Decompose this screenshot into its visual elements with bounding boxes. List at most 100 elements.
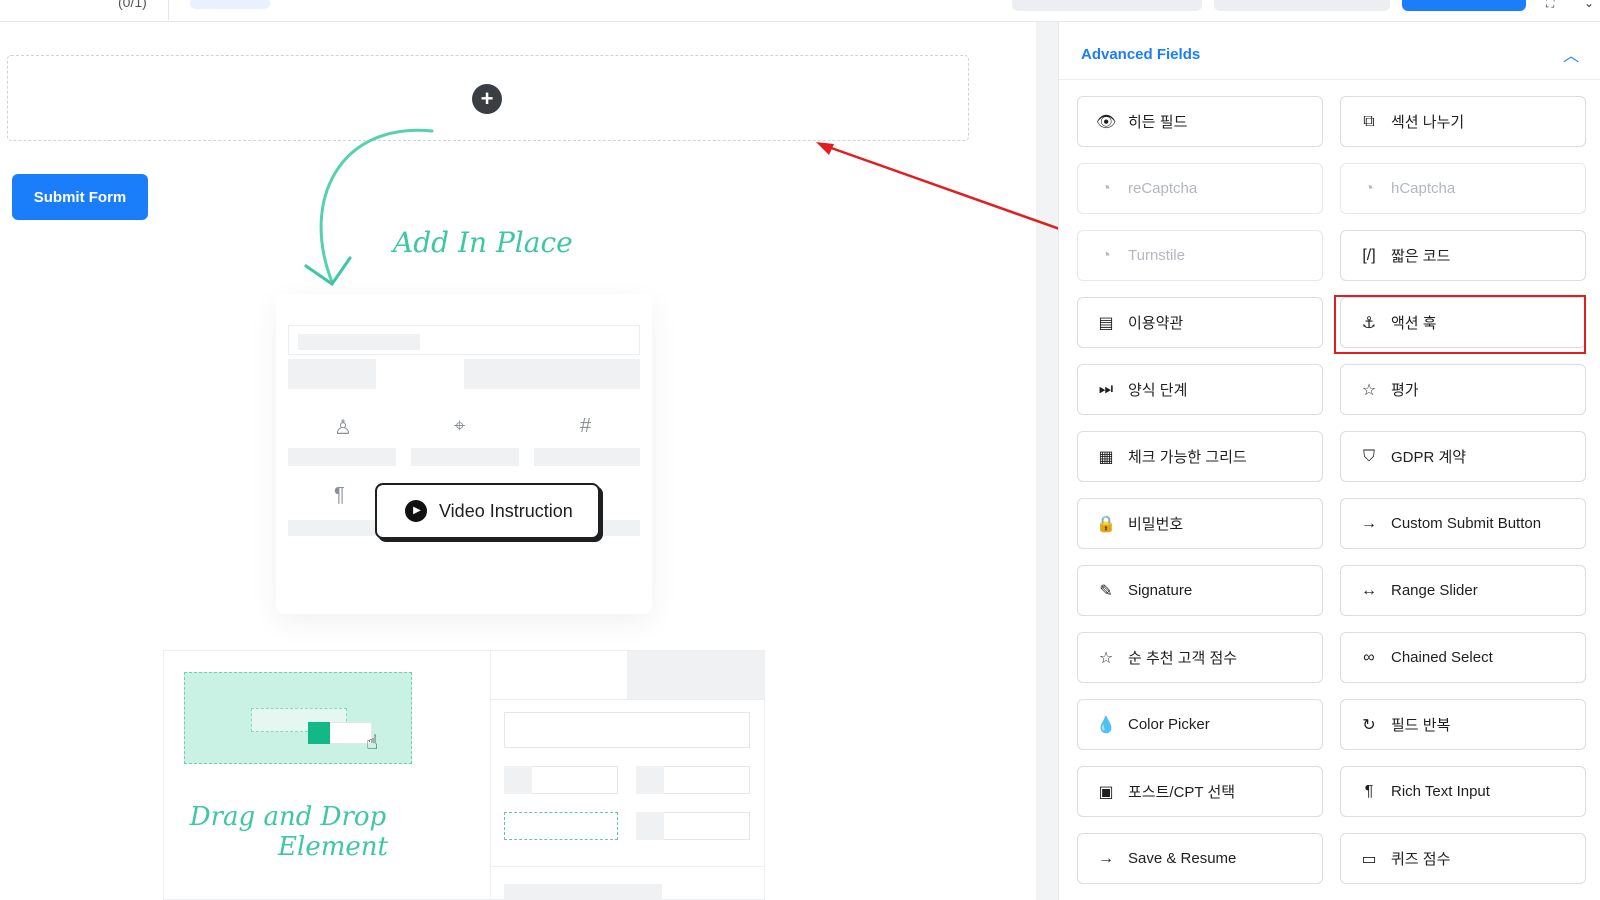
field-button-turnstile[interactable]: ◔ Turnstile	[1077, 230, 1323, 281]
field-button-recaptcha[interactable]: ◔ reCaptcha	[1077, 163, 1323, 214]
field-button-section-break[interactable]: ⧉ 섹션 나누기	[1340, 96, 1586, 147]
field-label: 비밀번호	[1128, 516, 1184, 533]
field-button-hcaptcha[interactable]: ◔ hCaptcha	[1340, 163, 1586, 214]
drag-drop-line1: Drag and Drop	[189, 802, 387, 832]
rich-text-icon: ¶	[1364, 782, 1374, 800]
drop-target	[504, 812, 618, 840]
field-label: 필드 반복	[1391, 717, 1451, 734]
rating-icon: ☆	[1361, 381, 1377, 399]
field-button-gdpr[interactable]: ⛉ GDPR 계약	[1340, 431, 1586, 482]
field-label: 짧은 코드	[1391, 248, 1451, 265]
mock-tab	[627, 651, 765, 699]
field-label: 순 추천 고객 점수	[1128, 650, 1238, 667]
field-label: Custom Submit Button	[1391, 515, 1542, 532]
mock-divider	[491, 866, 765, 867]
mock-bar	[288, 448, 396, 466]
chained-select-icon: ∞	[1363, 648, 1375, 666]
shortcode-icon: [/]	[1362, 246, 1376, 264]
drag-drop-hint: Drag and Drop Element	[188, 802, 388, 862]
field-button-save-resume[interactable]: → Save & Resume	[1077, 833, 1323, 884]
field-button-hidden-field[interactable]: 👁 히든 필드	[1077, 96, 1323, 147]
video-instruction-label: Video Instruction	[439, 500, 573, 521]
field-button-shortcode[interactable]: [/] 짧은 코드	[1340, 230, 1586, 281]
mock-bar	[636, 812, 664, 840]
mock-divider	[491, 699, 765, 700]
field-label: Chained Select	[1391, 649, 1493, 666]
color-picker-icon: 💧	[1096, 716, 1116, 734]
repeat-field-icon: ↻	[1362, 716, 1376, 734]
recaptcha-icon: ◔	[1101, 179, 1111, 197]
mock-bar	[411, 448, 519, 466]
field-button-quiz-score[interactable]: ▭ 퀴즈 점수	[1340, 833, 1586, 884]
field-button-chained-select[interactable]: ∞ Chained Select	[1340, 632, 1586, 683]
user-icon: ♙	[334, 417, 352, 439]
field-button-password[interactable]: 🔒 비밀번호	[1077, 498, 1323, 549]
field-button-color-picker[interactable]: 💧 Color Picker	[1077, 699, 1323, 750]
field-label: 퀴즈 점수	[1391, 851, 1451, 868]
section-break-icon: ⧉	[1363, 112, 1375, 130]
field-button-terms[interactable]: ▤ 이용약관	[1077, 297, 1323, 348]
gdpr-icon: ⛉	[1362, 447, 1375, 465]
mock-input	[504, 712, 750, 748]
field-label: 평가	[1391, 382, 1419, 399]
field-label: Signature	[1128, 582, 1193, 599]
mock-bar	[636, 766, 664, 794]
nps-icon: ☆	[1098, 649, 1114, 667]
field-button-rating[interactable]: ☆ 평가	[1340, 364, 1586, 415]
password-icon: 🔒	[1096, 515, 1116, 533]
field-button-nps[interactable]: ☆ 순 추천 고객 점수	[1077, 632, 1323, 683]
field-label: 양식 단계	[1128, 382, 1188, 399]
field-label: 히든 필드	[1128, 114, 1188, 131]
field-label: hCaptcha	[1391, 180, 1456, 197]
field-label: Rich Text Input	[1391, 783, 1490, 800]
signature-icon: ✎	[1099, 582, 1113, 600]
hand-cursor-icon: ☝	[366, 732, 379, 754]
field-button-form-step[interactable]: ⏭ 양식 단계	[1077, 364, 1323, 415]
hash-icon: #	[580, 415, 592, 437]
mock-bar	[504, 766, 532, 794]
save-resume-icon: →	[1098, 849, 1114, 867]
range-slider-icon: ↔	[1361, 581, 1377, 599]
drag-drop-line2: Element	[278, 832, 388, 862]
form-step-icon: ⏭	[1098, 380, 1114, 398]
turnstile-icon: ◔	[1101, 246, 1111, 264]
field-label: Save & Resume	[1128, 850, 1237, 867]
field-button-signature[interactable]: ✎ Signature	[1077, 565, 1323, 616]
field-label: 체크 가능한 그리드	[1128, 449, 1247, 466]
mock-divider	[490, 651, 491, 899]
mock-bar	[464, 359, 640, 389]
mock-bar	[534, 448, 640, 466]
field-label: 이용약관	[1128, 315, 1184, 332]
drag-element-handle	[308, 722, 330, 744]
play-icon: ▶	[405, 500, 427, 522]
location-icon: ⌖	[454, 415, 466, 437]
field-button-checkable-grid[interactable]: ▦ 체크 가능한 그리드	[1077, 431, 1323, 482]
chevron-up-icon[interactable]: ︿	[1563, 42, 1579, 66]
field-button-range-slider[interactable]: ↔ Range Slider	[1340, 565, 1586, 616]
field-button-post-cpt[interactable]: ▣ 포스트/CPT 선택	[1077, 766, 1323, 817]
panel-title: Advanced Fields	[1081, 46, 1201, 63]
field-label: Range Slider	[1391, 582, 1478, 599]
add-in-place-hint: Add In Place	[393, 226, 573, 259]
field-label: 섹션 나누기	[1391, 114, 1465, 131]
quiz-score-icon: ▭	[1361, 850, 1377, 868]
mock-bar	[288, 359, 376, 389]
mock-bar	[504, 884, 662, 900]
field-button-custom-submit[interactable]: → Custom Submit Button	[1340, 498, 1586, 549]
terms-icon: ▤	[1098, 314, 1114, 332]
paragraph-icon: ¶	[334, 484, 345, 506]
highlight-box	[1334, 295, 1586, 354]
hidden-field-icon: 👁	[1096, 113, 1117, 131]
custom-submit-icon: →	[1361, 514, 1377, 532]
video-instruction-button[interactable]: ▶ Video Instruction	[375, 483, 600, 539]
field-label: 포스트/CPT 선택	[1128, 784, 1236, 801]
hcaptcha-icon: ◔	[1364, 179, 1374, 197]
field-button-rich-text[interactable]: ¶ Rich Text Input	[1340, 766, 1586, 817]
field-label: Turnstile	[1128, 247, 1185, 264]
field-label: Color Picker	[1128, 716, 1210, 733]
mock-bar	[298, 334, 420, 350]
field-button-repeat-field[interactable]: ↻ 필드 반복	[1340, 699, 1586, 750]
field-label: reCaptcha	[1128, 180, 1198, 197]
post-cpt-icon: ▣	[1098, 783, 1114, 801]
field-label: GDPR 계약	[1391, 449, 1467, 466]
